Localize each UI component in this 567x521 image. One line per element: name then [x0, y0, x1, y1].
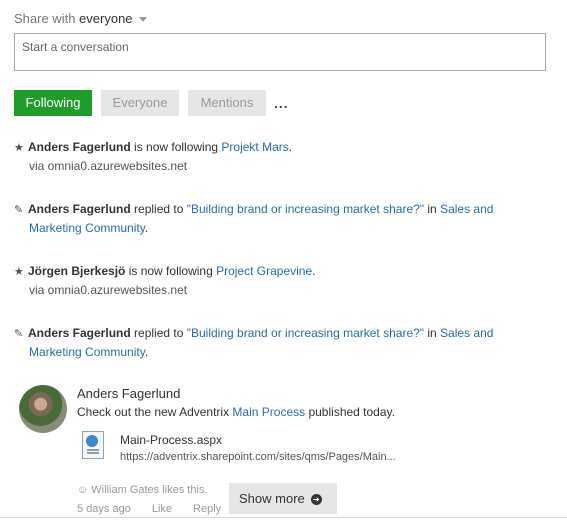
conversation-placeholder: Start a conversation: [22, 40, 129, 54]
post-message-text-end: published today.: [305, 405, 395, 419]
feed-target-link[interactable]: "Building brand or increasing market sha…: [187, 326, 424, 340]
more-options-button[interactable]: ...: [274, 95, 289, 111]
attachment-url: https://adventrix.sharepoint.com/sites/q…: [120, 451, 396, 463]
post-author[interactable]: Anders Fagerlund: [77, 386, 180, 401]
feed-via: via omnia0.azurewebsites.net: [29, 159, 188, 173]
avatar[interactable]: [19, 385, 67, 433]
feed-tabs: Following Everyone Mentions: [14, 90, 275, 116]
post-message: Check out the new Adventrix Main Process…: [77, 405, 395, 419]
feed-via: via omnia0.azurewebsites.net: [29, 283, 188, 297]
post-meta: 5 days ago Like Reply: [77, 503, 242, 515]
likes-summary: ☺ William Gates likes this.: [77, 484, 207, 496]
feed-mid: in: [424, 326, 441, 340]
like-button[interactable]: Like: [152, 503, 172, 515]
feed-target-link[interactable]: "Building brand or increasing market sha…: [187, 202, 424, 216]
feed-community-link-cont[interactable]: Marketing Community: [29, 221, 145, 235]
feed-action: is now following: [125, 264, 217, 278]
feed-user[interactable]: Anders Fagerlund: [28, 140, 131, 154]
feed-suffix: .: [144, 345, 149, 359]
tab-mentions[interactable]: Mentions: [188, 90, 266, 116]
feed-community-link[interactable]: Sales and: [440, 202, 493, 216]
post-message-link[interactable]: Main Process: [232, 405, 305, 419]
tab-following[interactable]: Following: [14, 90, 92, 116]
reply-button[interactable]: Reply: [193, 503, 221, 515]
feed-user[interactable]: Jörgen Bjerkesjö: [28, 264, 125, 278]
feed-action: replied to: [130, 202, 187, 216]
divider: [0, 517, 567, 518]
feed-item: ✎ Anders Fagerlund replied to "Building b…: [14, 200, 514, 237]
feed-item: ★ Jörgen Bjerkesjö is now following Proje…: [14, 262, 514, 299]
feed-item: ✎ Anders Fagerlund replied to "Building b…: [14, 324, 514, 361]
feed-suffix: .: [288, 140, 293, 154]
share-selector[interactable]: Share with everyone: [14, 11, 147, 26]
star-icon: ★: [14, 266, 24, 278]
share-audience[interactable]: everyone: [79, 11, 132, 26]
show-more-button[interactable]: Show more ➔: [229, 483, 337, 514]
feed-suffix: .: [144, 221, 149, 235]
show-more-label: Show more: [239, 491, 305, 506]
feed-target-link[interactable]: Projekt Mars: [221, 140, 288, 154]
document-icon[interactable]: [82, 431, 104, 459]
pencil-icon: ✎: [14, 328, 24, 340]
pencil-icon: ✎: [14, 204, 24, 216]
feed-item: ★ Anders Fagerlund is now following Proje…: [14, 138, 514, 175]
feed-mid: in: [424, 202, 441, 216]
feed-user[interactable]: Anders Fagerlund: [28, 326, 131, 340]
post-timestamp: 5 days ago: [77, 503, 131, 515]
feed-suffix: .: [312, 264, 316, 278]
feed-community-link-cont[interactable]: Marketing Community: [29, 345, 145, 359]
feed-action: is now following: [130, 140, 222, 154]
attachment-name[interactable]: Main-Process.aspx: [120, 433, 222, 447]
feed-user[interactable]: Anders Fagerlund: [28, 202, 131, 216]
chevron-down-icon[interactable]: [138, 17, 147, 23]
feed-community-link[interactable]: Sales and: [440, 326, 493, 340]
post-message-text: Check out the new Adventrix: [77, 405, 233, 419]
star-icon: ★: [14, 142, 24, 154]
feed-target-link[interactable]: Project Grapevine: [216, 264, 312, 278]
likes-text: William Gates likes this.: [91, 484, 208, 496]
conversation-input[interactable]: Start a conversation: [14, 33, 546, 71]
smiley-icon: ☺: [77, 484, 89, 496]
share-prefix: Share with: [14, 11, 76, 26]
feed-action: replied to: [130, 326, 187, 340]
tab-everyone[interactable]: Everyone: [101, 90, 179, 116]
arrow-right-circle-icon: ➔: [310, 494, 322, 506]
